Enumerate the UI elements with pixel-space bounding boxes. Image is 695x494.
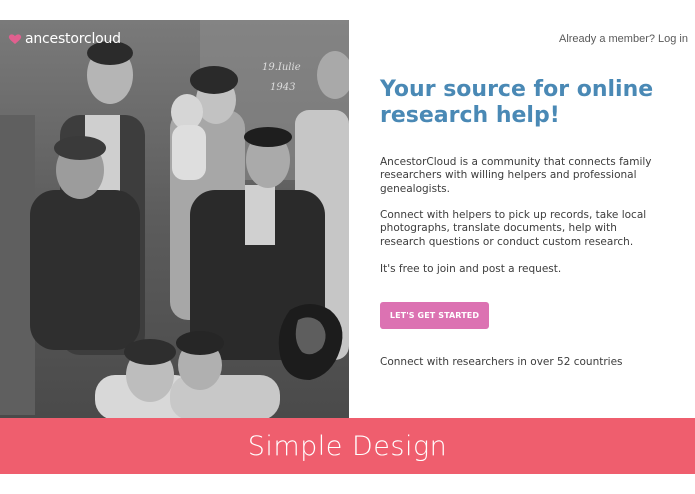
services-paragraph: Connect with helpers to pick up records,… (380, 209, 647, 248)
caption-banner: Simple Design (0, 418, 695, 474)
svg-text:19.Iulie: 19.Iulie (262, 62, 301, 73)
svg-text:1943: 1943 (270, 82, 295, 93)
login-link[interactable]: Already a member? Log in (559, 33, 688, 45)
heart-cloud-icon (8, 34, 22, 44)
intro-paragraph: AncestorCloud is a community that connec… (380, 156, 652, 195)
banner-text: Simple Design (247, 430, 448, 462)
get-started-button[interactable]: LET'S GET STARTED (380, 302, 489, 329)
family-photo-illustration: 19.Iulie 1943 (0, 20, 349, 418)
page-headline: Your source for online research help! (380, 77, 654, 128)
countries-note: Connect with researchers in over 52 coun… (380, 356, 623, 368)
ancestorcloud-logo[interactable]: ancestorcloud (8, 31, 121, 47)
free-join-paragraph: It's free to join and post a request. (380, 263, 562, 275)
family-photo: 19.Iulie 1943 (0, 20, 349, 418)
logo-text: ancestorcloud (25, 31, 121, 47)
landing-page: 19.Iulie 1943 ancestorcloud Already a me… (0, 0, 695, 494)
